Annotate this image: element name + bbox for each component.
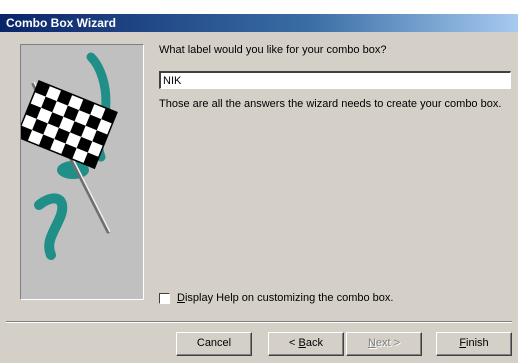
next-label-rest: ext > [375, 337, 401, 349]
checkered-flag-icon [21, 52, 118, 260]
back-accel: B [298, 337, 306, 349]
wizard-art-panel [20, 44, 144, 300]
title-bar: Combo Box Wizard [0, 14, 518, 32]
finish-button[interactable]: Finish [436, 332, 512, 356]
help-label-rest: isplay Help on customizing the combo box… [184, 292, 394, 304]
next-button[interactable]: Next > [346, 332, 422, 356]
button-divider [6, 321, 512, 323]
wizard-body: What label would you like for your combo… [0, 32, 518, 363]
finish-label-rest: inish [466, 337, 489, 349]
help-accel: D [177, 292, 185, 304]
next-accel: N [367, 337, 376, 349]
label-prompt: What label would you like for your combo… [159, 44, 387, 56]
top-margin [0, 0, 518, 14]
info-text: Those are all the answers the wizard nee… [159, 98, 502, 110]
back-label-rest: ack [305, 337, 323, 349]
label-input[interactable] [159, 71, 511, 89]
cancel-button[interactable]: Cancel [176, 332, 252, 356]
help-checkbox[interactable] [159, 292, 170, 304]
cancel-label: Cancel [196, 337, 232, 349]
help-checkbox-label[interactable]: Display Help on customizing the combo bo… [177, 292, 393, 304]
back-prefix: < [289, 337, 299, 349]
window-title: Combo Box Wizard [6, 16, 116, 30]
help-option[interactable]: Display Help on customizing the combo bo… [159, 291, 393, 305]
back-button[interactable]: < Back [268, 332, 344, 356]
